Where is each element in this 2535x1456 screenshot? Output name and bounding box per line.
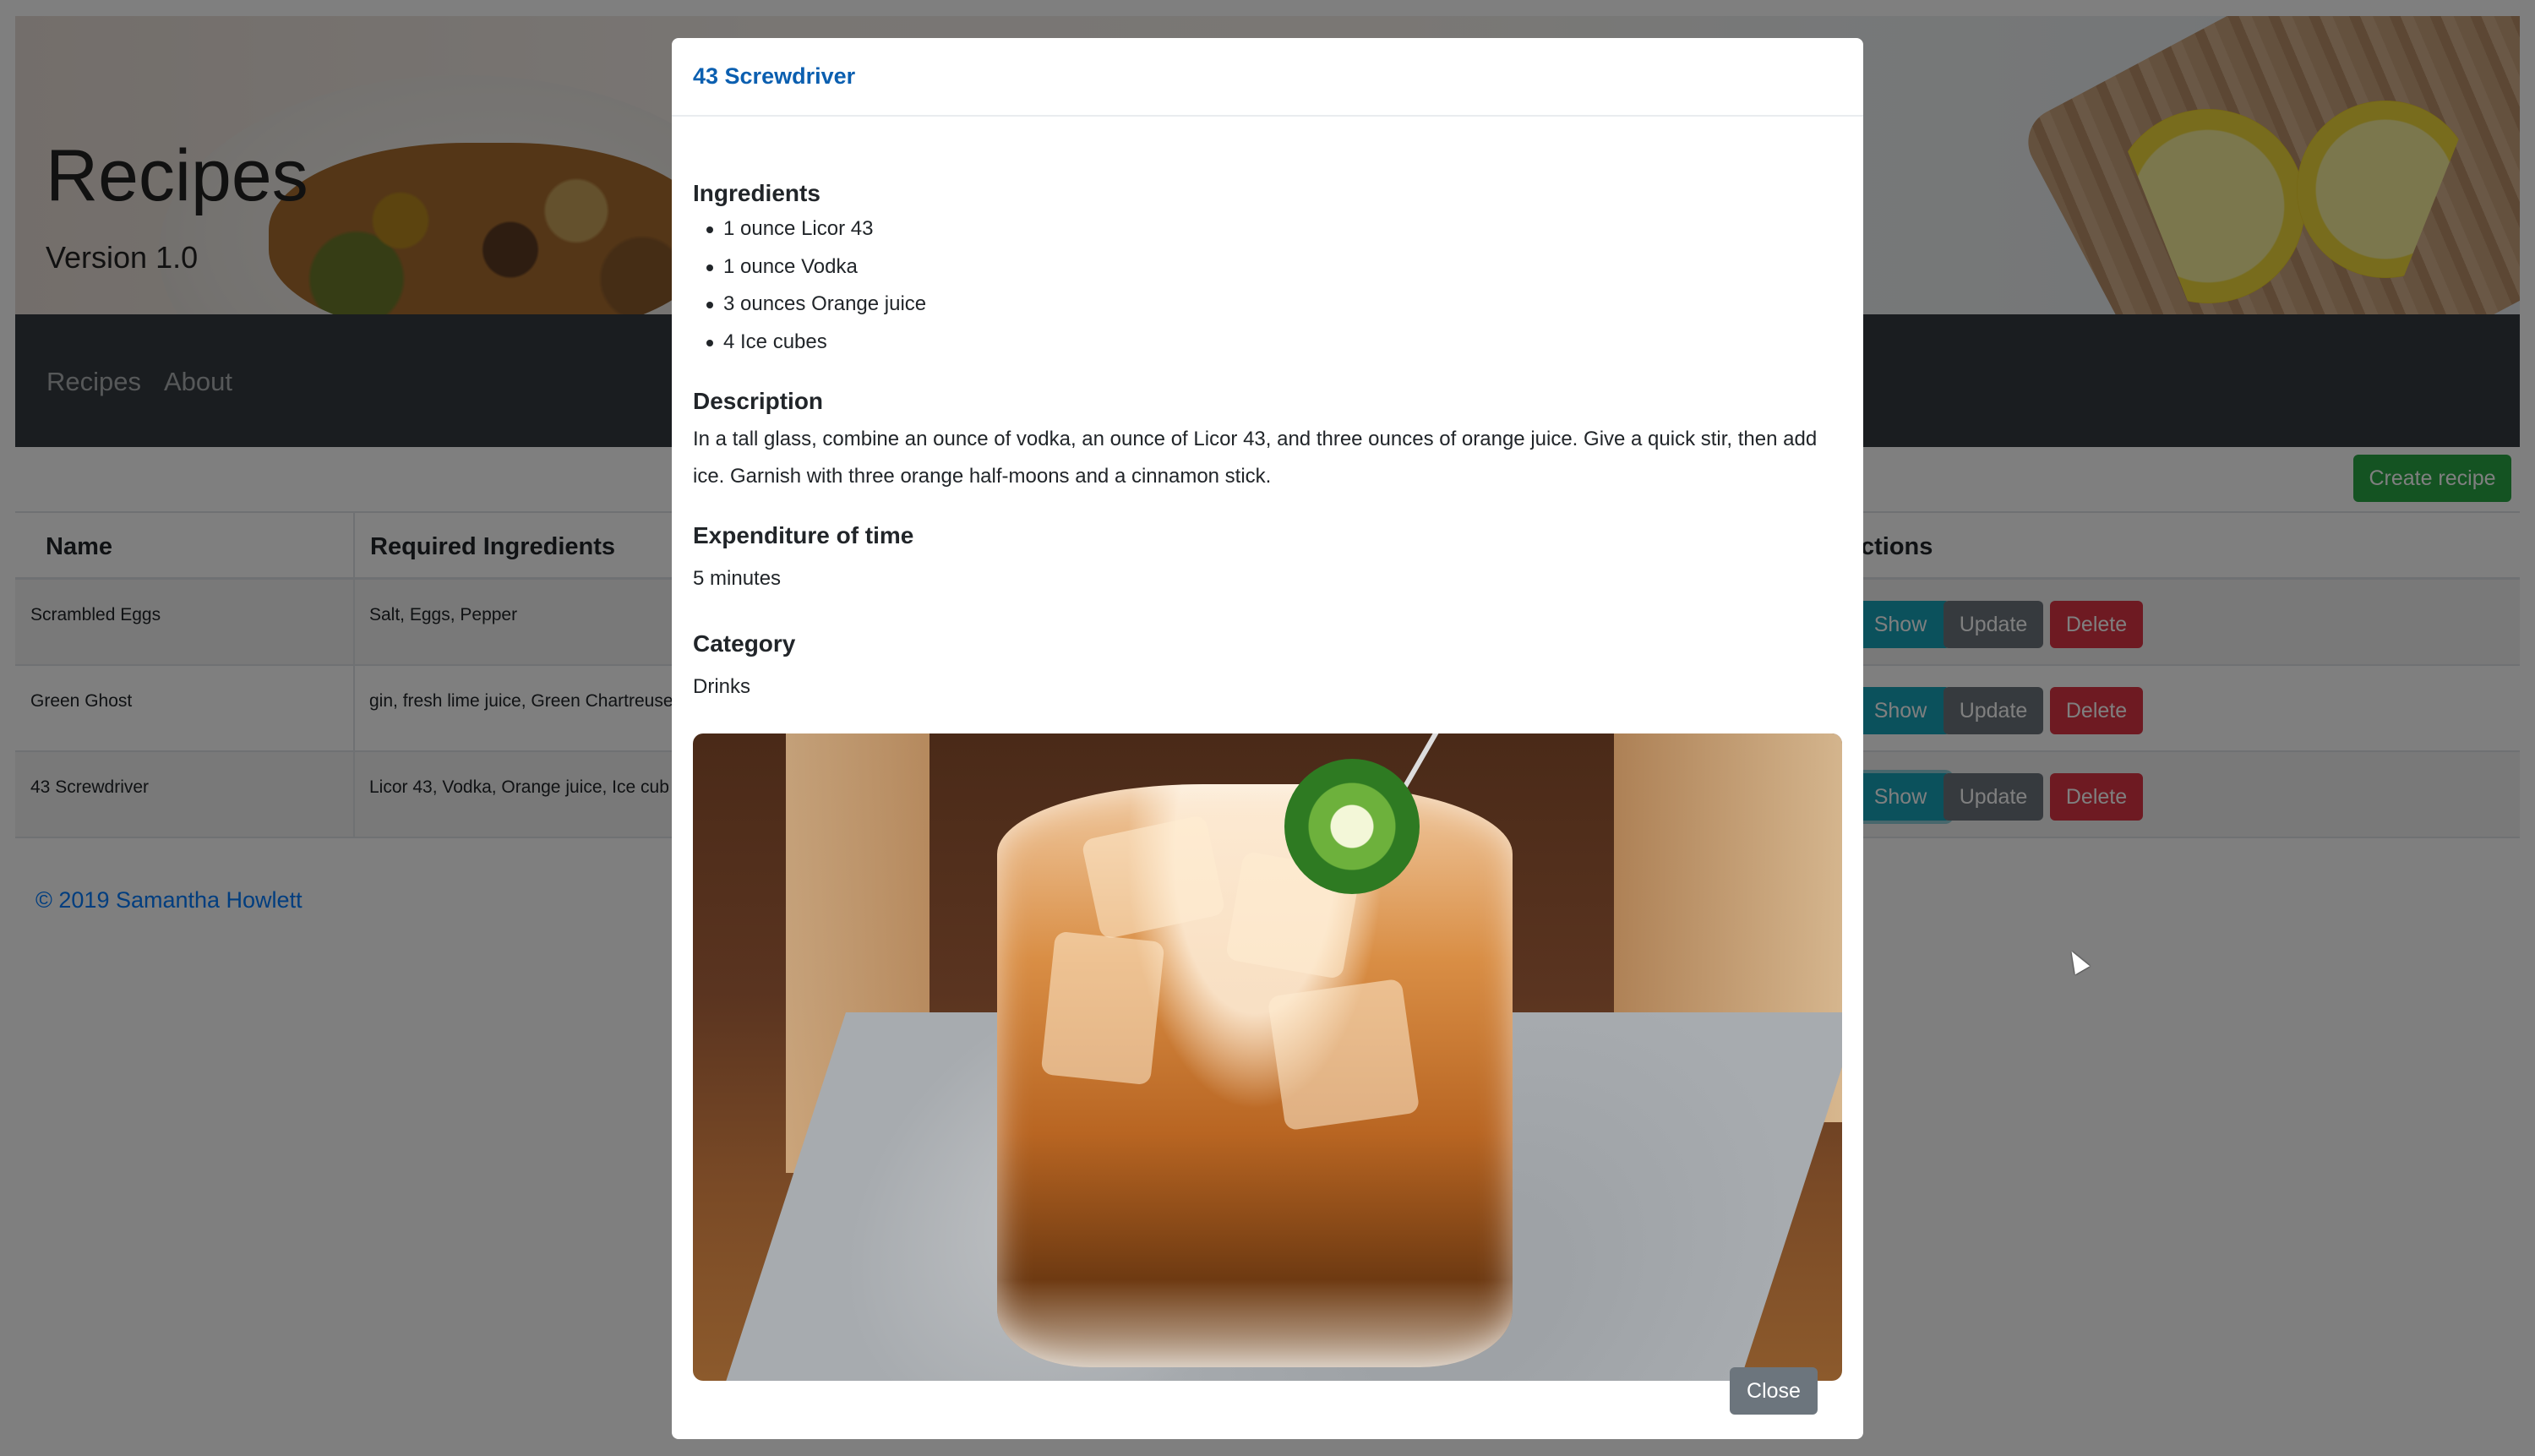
photo-ice-cube <box>1040 930 1165 1086</box>
category-text: Drinks <box>693 675 751 698</box>
list-item: 3 ounces Orange juice <box>693 286 926 324</box>
time-text: 5 minutes <box>693 567 782 590</box>
photo-ice-cube <box>1267 978 1420 1132</box>
modal-title: 43 Screwdriver <box>693 63 856 89</box>
recipe-photo <box>693 733 1842 1381</box>
ingredients-heading: Ingredients <box>693 180 820 206</box>
modal-header: 43 Screwdriver <box>672 38 1863 117</box>
photo-jalapeno-garnish <box>1284 759 1420 894</box>
description-heading: Description <box>693 388 824 414</box>
ingredients-list: 1 ounce Licor 43 1 ounce Vodka 3 ounces … <box>693 210 926 361</box>
description-text: In a tall glass, combine an ounce of vod… <box>693 428 1818 488</box>
list-item: 1 ounce Vodka <box>693 248 926 286</box>
time-heading: Expenditure of time <box>693 522 914 548</box>
list-item: 4 Ice cubes <box>693 324 926 362</box>
recipe-detail-modal: 43 Screwdriver Ingredients 1 ounce Licor… <box>672 38 1863 1439</box>
category-heading: Category <box>693 630 796 657</box>
close-button[interactable]: Close <box>1730 1367 1818 1415</box>
list-item: 1 ounce Licor 43 <box>693 210 926 248</box>
